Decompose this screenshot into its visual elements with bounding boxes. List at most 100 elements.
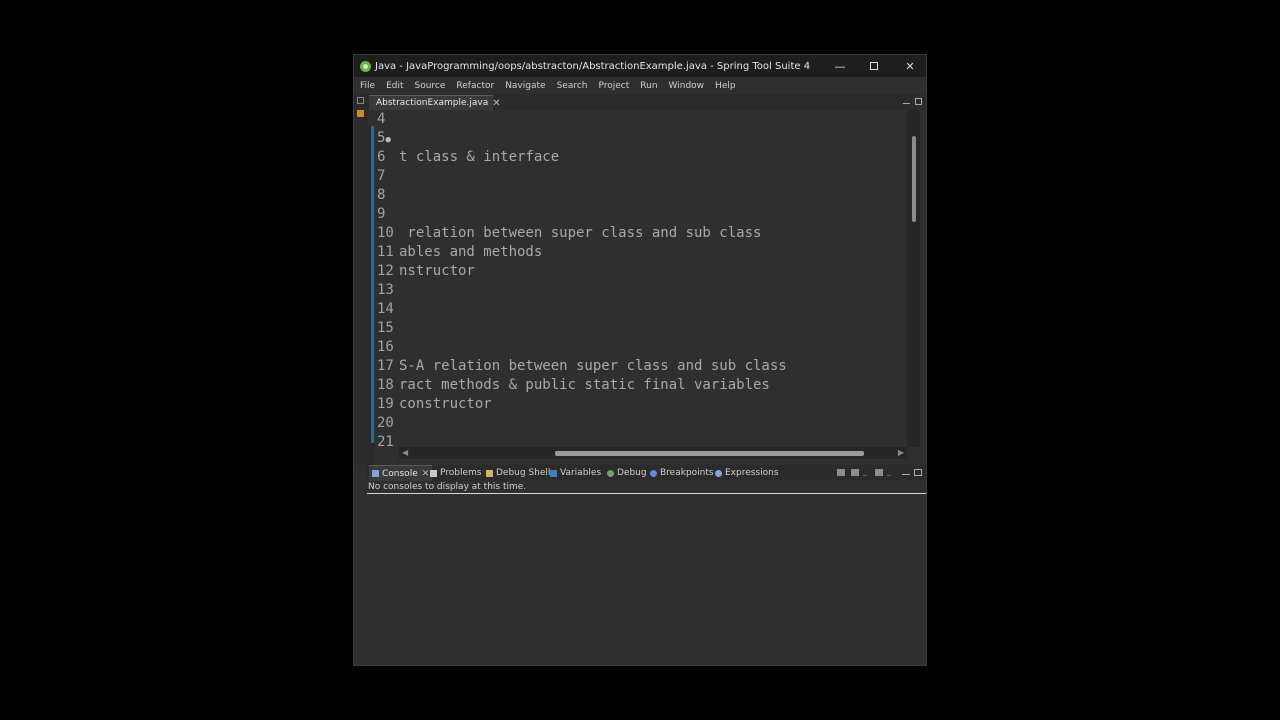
code-line: 12 nstructor xyxy=(367,262,907,281)
line-text: ract methods & public static final varia… xyxy=(399,377,770,393)
code-line: 20 xyxy=(367,414,907,433)
line-number: 5● xyxy=(377,129,407,150)
tab-problems[interactable]: Problems xyxy=(430,465,481,481)
line-number: 21 xyxy=(377,434,394,447)
code-line: 15 xyxy=(367,319,907,338)
dropdown-arrow-icon[interactable] xyxy=(863,469,867,476)
horizontal-scroll-thumb[interactable] xyxy=(555,451,864,456)
new-console-icon[interactable] xyxy=(875,469,883,476)
left-trim-stack xyxy=(354,94,367,465)
code-line: 4 xyxy=(367,110,907,129)
menu-project[interactable]: Project xyxy=(593,81,634,91)
line-text: t class & interface xyxy=(399,149,560,165)
code-line: 7 xyxy=(367,167,907,186)
line-number: 7 xyxy=(377,168,386,184)
minimize-button[interactable]: — xyxy=(822,55,858,77)
maximize-icon xyxy=(870,62,878,70)
menu-search[interactable]: Search xyxy=(552,81,593,91)
line-number: 14 xyxy=(377,301,394,317)
menu-run[interactable]: Run xyxy=(635,81,662,91)
code-line: 8 xyxy=(367,186,907,205)
menu-refactor[interactable]: Refactor xyxy=(451,81,499,91)
menu-window[interactable]: Window xyxy=(664,81,710,91)
code-line-current: 14 xyxy=(367,300,907,319)
menu-help[interactable]: Help xyxy=(710,81,741,91)
expressions-icon xyxy=(715,469,722,477)
code-line: 17 S-A relation between super class and s… xyxy=(367,357,907,376)
editor-minimize-icon[interactable] xyxy=(903,100,910,104)
tab-breakpoints-label: Breakpoints xyxy=(660,468,714,478)
vertical-scrollbar[interactable] xyxy=(907,110,920,447)
tab-console[interactable]: Console ✕ xyxy=(369,465,433,481)
restore-icon[interactable] xyxy=(357,97,364,104)
scroll-left-arrow-icon[interactable]: ◀ xyxy=(402,447,408,459)
panel-minimize-icon[interactable] xyxy=(902,471,910,475)
close-tab-icon[interactable]: ✕ xyxy=(422,469,430,479)
problems-icon xyxy=(430,469,437,477)
close-button[interactable]: ✕ xyxy=(892,55,928,77)
code-area[interactable]: 4 5● 6t class & interface 7 8 9 10 relat… xyxy=(367,110,907,447)
code-line: 6t class & interface xyxy=(367,148,907,167)
editor-tab-label: AbstractionExample.java xyxy=(376,98,489,108)
tab-debug-label: Debug xyxy=(617,468,647,478)
line-text: ables and methods xyxy=(399,244,543,260)
line-text: relation between super class and sub cla… xyxy=(399,225,762,241)
open-console-icon[interactable] xyxy=(837,469,845,476)
line-number: 15 xyxy=(377,320,394,336)
fold-marker-icon[interactable]: ● xyxy=(385,135,390,145)
debug-icon xyxy=(607,469,614,477)
title-bar[interactable]: Java - JavaProgramming/oops/abstracton/A… xyxy=(354,55,926,77)
code-line: 13 xyxy=(367,281,907,300)
code-line: 5● xyxy=(367,129,907,148)
code-line: 9 xyxy=(367,205,907,224)
tab-variables-label: Variables xyxy=(560,468,602,478)
package-explorer-icon[interactable] xyxy=(357,110,364,117)
code-line: 11 ables and methods xyxy=(367,243,907,262)
tab-variables[interactable]: Variables xyxy=(550,465,601,481)
code-line: 18 ract methods & public static final var… xyxy=(367,376,907,395)
tab-expressions-label: Expressions xyxy=(725,468,779,478)
line-number: 20 xyxy=(377,415,394,431)
scroll-right-arrow-icon[interactable]: ▶ xyxy=(898,447,904,459)
tab-debug-shell[interactable]: Debug Shell xyxy=(486,465,550,481)
line-text: nstructor xyxy=(399,263,475,279)
code-editor[interactable]: 4 5● 6t class & interface 7 8 9 10 relat… xyxy=(367,110,926,465)
spring-tool-suite-icon xyxy=(360,60,371,72)
debug-shell-icon xyxy=(486,469,493,477)
console-empty-message: No consoles to display at this time. xyxy=(368,482,527,492)
close-tab-icon[interactable]: ✕ xyxy=(492,98,500,109)
console-icon xyxy=(372,470,379,477)
tab-breakpoints[interactable]: Breakpoints xyxy=(650,465,714,481)
vertical-scroll-thumb[interactable] xyxy=(912,136,916,222)
line-number: 16 xyxy=(377,339,394,355)
menu-navigate[interactable]: Navigate xyxy=(500,81,550,91)
display-console-icon[interactable] xyxy=(851,469,859,476)
panel-maximize-icon[interactable] xyxy=(914,469,922,476)
line-text: constructor xyxy=(399,396,492,412)
menu-bar: File Edit Source Refactor Navigate Searc… xyxy=(354,77,926,94)
tab-debug-shell-label: Debug Shell xyxy=(496,468,551,478)
line-text: S-A relation between super class and sub… xyxy=(399,358,787,374)
bottom-panel-tabs: Console ✕ Problems Debug Shell Variables… xyxy=(367,465,926,481)
editor-tab-bar: AbstractionExample.java ✕ xyxy=(367,94,926,110)
line-number: 13 xyxy=(377,282,394,298)
code-line: 10 relation between super class and sub … xyxy=(367,224,907,243)
variables-icon xyxy=(550,469,557,477)
horizontal-scrollbar[interactable]: ◀ ▶ xyxy=(399,447,907,459)
breakpoints-icon xyxy=(650,469,657,477)
editor-maximize-icon[interactable] xyxy=(915,98,922,105)
tab-expressions[interactable]: Expressions xyxy=(715,465,779,481)
menu-edit[interactable]: Edit xyxy=(381,81,408,91)
menu-file[interactable]: File xyxy=(355,81,380,91)
view-menu-icon[interactable] xyxy=(887,469,891,476)
console-divider xyxy=(367,493,926,494)
maximize-button[interactable] xyxy=(856,55,892,77)
tab-debug[interactable]: Debug xyxy=(607,465,647,481)
menu-source[interactable]: Source xyxy=(410,81,451,91)
tab-abstraction-example[interactable]: AbstractionExample.java ✕ xyxy=(369,95,501,110)
line-number: 9 xyxy=(377,206,386,222)
console-view[interactable]: No consoles to display at this time. xyxy=(367,481,926,665)
line-number: 4 xyxy=(377,111,386,127)
code-line: 16 xyxy=(367,338,907,357)
tab-problems-label: Problems xyxy=(440,468,482,478)
